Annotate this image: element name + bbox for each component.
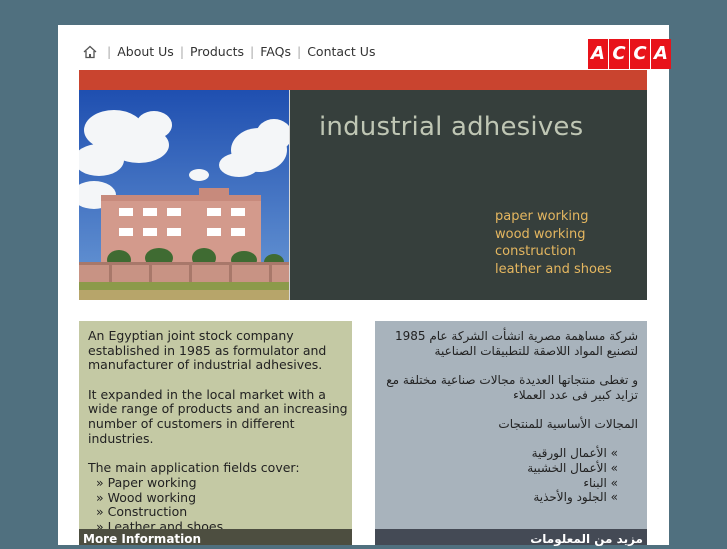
nav-faqs[interactable]: FAQs bbox=[260, 44, 291, 59]
list-item: » Wood working bbox=[96, 489, 197, 505]
hero-application-list: paper working wood working construction … bbox=[495, 208, 612, 278]
fields-list: » Paper working » Wood working » Constru… bbox=[88, 474, 348, 535]
nav-separator: | bbox=[296, 44, 302, 59]
english-info-panel: An Egyptian joint stock company establis… bbox=[79, 321, 352, 534]
hero-list-item: wood working bbox=[495, 226, 586, 242]
hero-list-item: construction bbox=[495, 244, 576, 259]
list-item: » الأعمال الورقية bbox=[531, 446, 618, 461]
logo-letter: A bbox=[588, 39, 608, 69]
home-icon[interactable] bbox=[83, 45, 97, 59]
fields-heading-arabic: المجالات الأساسية للمنتجات bbox=[498, 417, 638, 431]
factory-photo bbox=[79, 90, 289, 300]
hero-title: industrial adhesives bbox=[319, 112, 584, 142]
nav-separator: | bbox=[179, 44, 185, 59]
logo-letter: C bbox=[609, 39, 629, 69]
nav-separator: | bbox=[107, 44, 112, 59]
hero-list-item: leather and shoes bbox=[495, 261, 612, 277]
logo-letter: A bbox=[651, 39, 671, 69]
more-information-link[interactable]: More Information bbox=[79, 529, 352, 546]
header-accent-bar bbox=[79, 70, 647, 90]
company-expansion: It expanded in the local market with a w… bbox=[88, 386, 348, 446]
more-information-link-arabic[interactable]: مزيد من المعلومات bbox=[375, 529, 647, 546]
arabic-info-panel: شركة مساهمة مصرية انشأت الشركة عام 1985 … bbox=[375, 321, 647, 529]
fields-heading: The main application fields cover: bbox=[88, 460, 300, 476]
nav-separator: | bbox=[250, 44, 255, 59]
list-item: » الجلود والأحذية bbox=[533, 490, 618, 505]
nav-contact-us[interactable]: Contact Us bbox=[307, 44, 375, 59]
nav-products[interactable]: Products bbox=[190, 44, 244, 59]
logo-letter: C bbox=[630, 39, 650, 69]
list-item: » الأعمال الخشبية bbox=[527, 461, 618, 475]
hero-banner: industrial adhesives paper working wood … bbox=[290, 90, 647, 300]
page-container: | About Us | Products | FAQs | Contact U… bbox=[58, 25, 672, 546]
nav-about-us[interactable]: About Us bbox=[117, 44, 174, 59]
list-item: » Paper working bbox=[96, 474, 197, 490]
company-intro-arabic: شركة مساهمة مصرية انشأت الشركة عام 1985 … bbox=[394, 329, 638, 358]
company-expansion-arabic: و تغطى منتجاتها العديدة مجالات صناعية مخ… bbox=[386, 373, 638, 402]
list-item: » Construction bbox=[96, 504, 188, 520]
acca-logo[interactable]: A C C A bbox=[588, 39, 672, 69]
list-item: » البناء bbox=[583, 475, 618, 490]
company-intro: An Egyptian joint stock company establis… bbox=[88, 328, 327, 373]
hero-list-item: paper working bbox=[495, 209, 589, 224]
fields-list-arabic: » الأعمال الورقية » الأعمال الخشبية » ال… bbox=[380, 446, 638, 505]
top-nav: | About Us | Products | FAQs | Contact U… bbox=[83, 44, 375, 59]
